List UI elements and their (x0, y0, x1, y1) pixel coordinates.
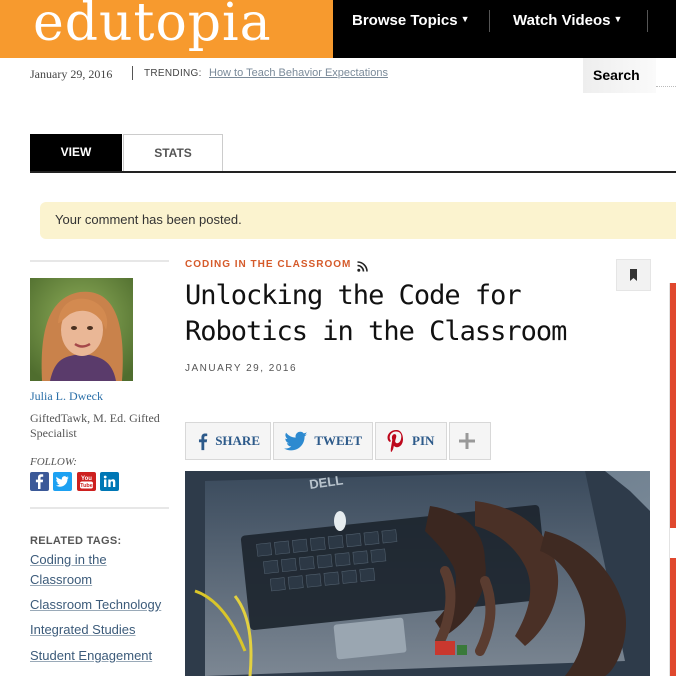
sidebar-divider (30, 507, 169, 509)
share-label: TWEET (314, 433, 362, 448)
nav-label: Watch Videos (513, 12, 611, 29)
logo-box[interactable]: edutopia (0, 0, 333, 58)
tag-link[interactable]: Student Engagement (30, 646, 152, 666)
site-logo[interactable]: edutopia (33, 0, 272, 58)
promo-panel[interactable] (670, 558, 676, 676)
share-facebook-button[interactable]: SHARE (185, 422, 271, 460)
tabs-underline (30, 171, 676, 173)
share-label: SHARE (215, 433, 260, 448)
tag-link[interactable]: Integrated Studies (30, 620, 136, 640)
tag-link[interactable]: Classroom Technology (30, 595, 161, 615)
nav-browse-topics[interactable]: Browse Topics ▼ (352, 12, 470, 29)
bookmark-button[interactable] (616, 259, 651, 291)
article-date: JANUARY 29, 2016 (185, 363, 298, 374)
tag-link[interactable]: Coding in the Classroom (30, 550, 130, 590)
author-avatar[interactable] (30, 278, 133, 381)
sidebar-divider (30, 260, 169, 262)
plus-icon (459, 433, 475, 449)
share-label: PIN (412, 433, 435, 448)
share-twitter-button[interactable]: TWEET (273, 422, 373, 460)
trending-link[interactable]: How to Teach Behavior Expectations (209, 67, 388, 79)
article-hero-image: DELL (185, 471, 650, 676)
caret-down-icon: ▼ (613, 14, 623, 24)
search-input[interactable] (656, 86, 676, 87)
related-tags-label: RELATED TAGS: (30, 535, 122, 547)
linkedin-icon[interactable] (100, 472, 119, 491)
author-name[interactable]: Julia L. Dweck (30, 389, 103, 404)
status-message: Your comment has been posted. (40, 202, 676, 239)
author-title: GiftedTawk, M. Ed. Gifted Specialist (30, 411, 160, 440)
share-more-button[interactable] (449, 422, 491, 460)
subheader-divider (132, 66, 133, 80)
nav-divider (647, 10, 648, 32)
twitter-icon (284, 431, 308, 451)
facebook-icon[interactable] (30, 472, 49, 491)
nav-watch-videos[interactable]: Watch Videos ▼ (513, 12, 622, 29)
nav-label: Browse Topics (352, 12, 458, 29)
follow-label: FOLLOW: (30, 456, 77, 468)
svg-text:Tube: Tube (80, 483, 93, 489)
search-button[interactable]: Search (583, 58, 656, 93)
top-nav: Browse Topics ▼ Watch Videos ▼ (333, 0, 676, 58)
header-date: January 29, 2016 (30, 67, 113, 81)
caret-down-icon: ▼ (460, 14, 470, 24)
rss-icon[interactable] (357, 261, 368, 272)
tab-stats[interactable]: STATS (123, 134, 223, 171)
youtube-icon[interactable]: You Tube (77, 472, 96, 491)
bookmark-icon (630, 269, 637, 281)
article-title: Unlocking the Code for Robotics in the C… (185, 280, 567, 347)
share-pinterest-button[interactable]: PIN (375, 422, 447, 460)
author-photo (30, 278, 133, 381)
svg-text:You: You (81, 476, 92, 482)
pinterest-icon (387, 430, 403, 452)
article-category[interactable]: CODING IN THE CLASSROOM (185, 259, 351, 270)
twitter-icon[interactable] (53, 472, 72, 491)
trending-label: TRENDING: (144, 68, 202, 79)
tab-view[interactable]: VIEW (30, 134, 122, 171)
nav-divider (489, 10, 490, 32)
share-bar: SHARE TWEET PIN (185, 422, 493, 460)
promo-panel[interactable] (670, 283, 676, 528)
facebook-icon (198, 433, 208, 451)
